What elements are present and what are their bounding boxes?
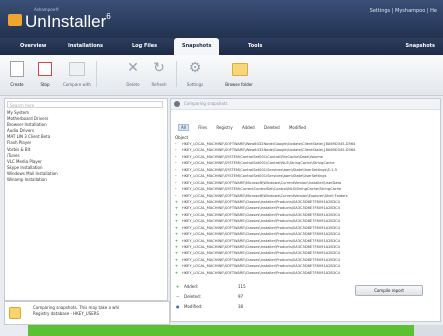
refresh-button[interactable]: ↻ Refresh (146, 58, 172, 92)
filter-tabs: All Files Registry Added Deleted Modifie… (178, 124, 314, 131)
tab-tools[interactable]: Tools (248, 38, 262, 55)
row-path: HKEY_LOCAL_MACHINE\SOFTWARE\Classes\Inst… (182, 232, 340, 237)
top-links[interactable]: Settings | Myshampoo | He (370, 8, 437, 14)
toolbar-separator (96, 61, 97, 87)
compare-panel: Comparing snapshots All Files Registry A… (170, 98, 441, 322)
row-path: HKEY_LOCAL_MACHINE\SOFTWARE\Classes\Inst… (182, 225, 340, 230)
uninstaller-logo-icon (8, 14, 22, 26)
filter-all[interactable]: All (178, 124, 189, 131)
create-icon (10, 61, 24, 77)
filter-registry[interactable]: Registry (216, 125, 232, 130)
progress-fill (28, 325, 414, 336)
row-path: HKEY_LOCAL_MACHINE\SYSTEM\ControlSet001\… (182, 174, 327, 179)
warning-icon (9, 307, 21, 319)
progress-bar (28, 325, 443, 336)
app-name: UnInstaller6 (25, 12, 111, 31)
stop-icon (38, 62, 52, 76)
compare-icon (69, 62, 85, 76)
snapshot-list-panel: Search here My System Motherboard Driver… (4, 98, 168, 301)
compile-report-button[interactable]: Compile report (355, 285, 423, 296)
tab-snapshots[interactable]: Snapshots (174, 38, 220, 55)
info-icon: ● (176, 304, 180, 309)
tab-log-files[interactable]: Log Files (132, 38, 157, 55)
row-path: HKEY_LOCAL_MACHINE\SYSTEM\CurrentControl… (182, 187, 342, 192)
list-item[interactable]: Winamp Installation (7, 177, 58, 183)
table-row[interactable]: + HKEY_LOCAL_MACHINE\SOFTWARE\Classes\Ins… (175, 270, 438, 276)
row-path: HKEY_LOCAL_MACHINE\SOFTWARE\Classes\Inst… (182, 219, 340, 224)
compare-with-button[interactable]: Compare with (63, 58, 91, 92)
filter-added[interactable]: Added (242, 125, 255, 130)
row-path: HKEY_LOCAL_MACHINE\SYSTEM\ControlSet001\… (182, 161, 335, 166)
tab-overview[interactable]: Overview (20, 38, 46, 55)
plus-icon: + (175, 270, 179, 275)
snapshot-list: My System Motherboard Drivers Browser In… (7, 110, 58, 183)
row-path: HKEY_LOCAL_MACHINE\SOFTWARE\Wow6432Node\… (182, 142, 356, 146)
stat-added: + Added: 115 (176, 282, 276, 292)
filter-files[interactable]: Files (198, 125, 207, 130)
row-path: HKEY_LOCAL_MACHINE\SOFTWARE\Classes\Inst… (182, 245, 340, 249)
row-path: HKEY_LOCAL_MACHINE\SOFTWARE\Classes\Inst… (182, 212, 340, 217)
row-path: HKEY_LOCAL_MACHINE\SOFTWARE\Classes\Inst… (182, 199, 340, 204)
row-path: HKEY_LOCAL_MACHINE\SOFTWARE\Classes\Inst… (182, 206, 340, 211)
stop-button[interactable]: Stop (32, 58, 58, 92)
panel-title: Comparing snapshots (184, 101, 228, 106)
app-version: 6 (106, 12, 111, 21)
row-path: HKEY_LOCAL_MACHINE\SYSTEM\ControlSet001\… (182, 154, 323, 159)
section-label: Snapshots (405, 43, 435, 49)
row-path: HKEY_LOCAL_MACHINE\SOFTWARE\Classes\Inst… (182, 257, 340, 262)
tab-installations[interactable]: Installations (68, 38, 103, 55)
row-path: HKEY_LOCAL_MACHINE\SOFTWARE\Microsoft\Wi… (182, 193, 348, 198)
row-path: HKEY_LOCAL_MACHINE\SOFTWARE\Classes\Inst… (182, 238, 340, 243)
plus-icon: + (176, 284, 180, 289)
row-path: HKEY_LOCAL_MACHINE\SOFTWARE\Microsoft\Wi… (182, 180, 342, 185)
object-column-header[interactable]: Object (175, 135, 188, 140)
browse-folder-button[interactable]: Browse folder (225, 58, 253, 92)
status-area: Comparing snapshots. This may take a whi… (4, 301, 170, 325)
title-bar: Ashampoo® UnInstaller6 Settings | Mysham… (0, 0, 443, 38)
stat-modified: ● Modified: 38 (176, 302, 276, 312)
stat-deleted: − Deleted: 97 (176, 292, 276, 302)
filter-modified[interactable]: Modified (289, 125, 306, 130)
row-path: HKEY_LOCAL_MACHINE\SOFTWARE\Classes\Inst… (182, 264, 340, 269)
status-text: Comparing snapshots. This may take a whi… (33, 305, 120, 316)
row-path: HKEY_LOCAL_MACHINE\SOFTWARE\Classes\Inst… (182, 270, 340, 275)
spinner-icon (174, 101, 180, 107)
toolbar: Create Stop Compare with ✕ Delete ↻ Refr… (0, 55, 443, 96)
row-path: HKEY_LOCAL_MACHINE\SYSTEM\ControlSet001\… (182, 167, 338, 172)
refresh-icon: ↻ (153, 60, 165, 76)
result-table: - HKEY_LOCAL_MACHINE\SOFTWARE\Wow6432Node… (175, 141, 438, 276)
toolbar-separator (176, 61, 177, 87)
search-input[interactable]: Search here (7, 101, 163, 108)
main-nav: Overview Installations Log Files Snapsho… (0, 38, 443, 55)
settings-icon: ⚙ (188, 60, 202, 76)
stats-summary: + Added: 115 − Deleted: 97 ● Modified: 38 (176, 282, 276, 312)
row-path: HKEY_LOCAL_MACHINE\SOFTWARE\Classes\Inst… (182, 251, 340, 256)
delete-icon: ✕ (127, 60, 139, 76)
minus-icon: − (176, 294, 180, 299)
panel-header: Comparing snapshots (171, 99, 440, 110)
settings-button[interactable]: ⚙ Settings (182, 58, 208, 92)
filter-deleted[interactable]: Deleted (264, 125, 280, 130)
folder-icon (232, 63, 248, 76)
row-path: HKEY_LOCAL_MACHINE\SOFTWARE\Wow6432Node\… (182, 148, 356, 153)
create-button[interactable]: Create (4, 58, 30, 92)
